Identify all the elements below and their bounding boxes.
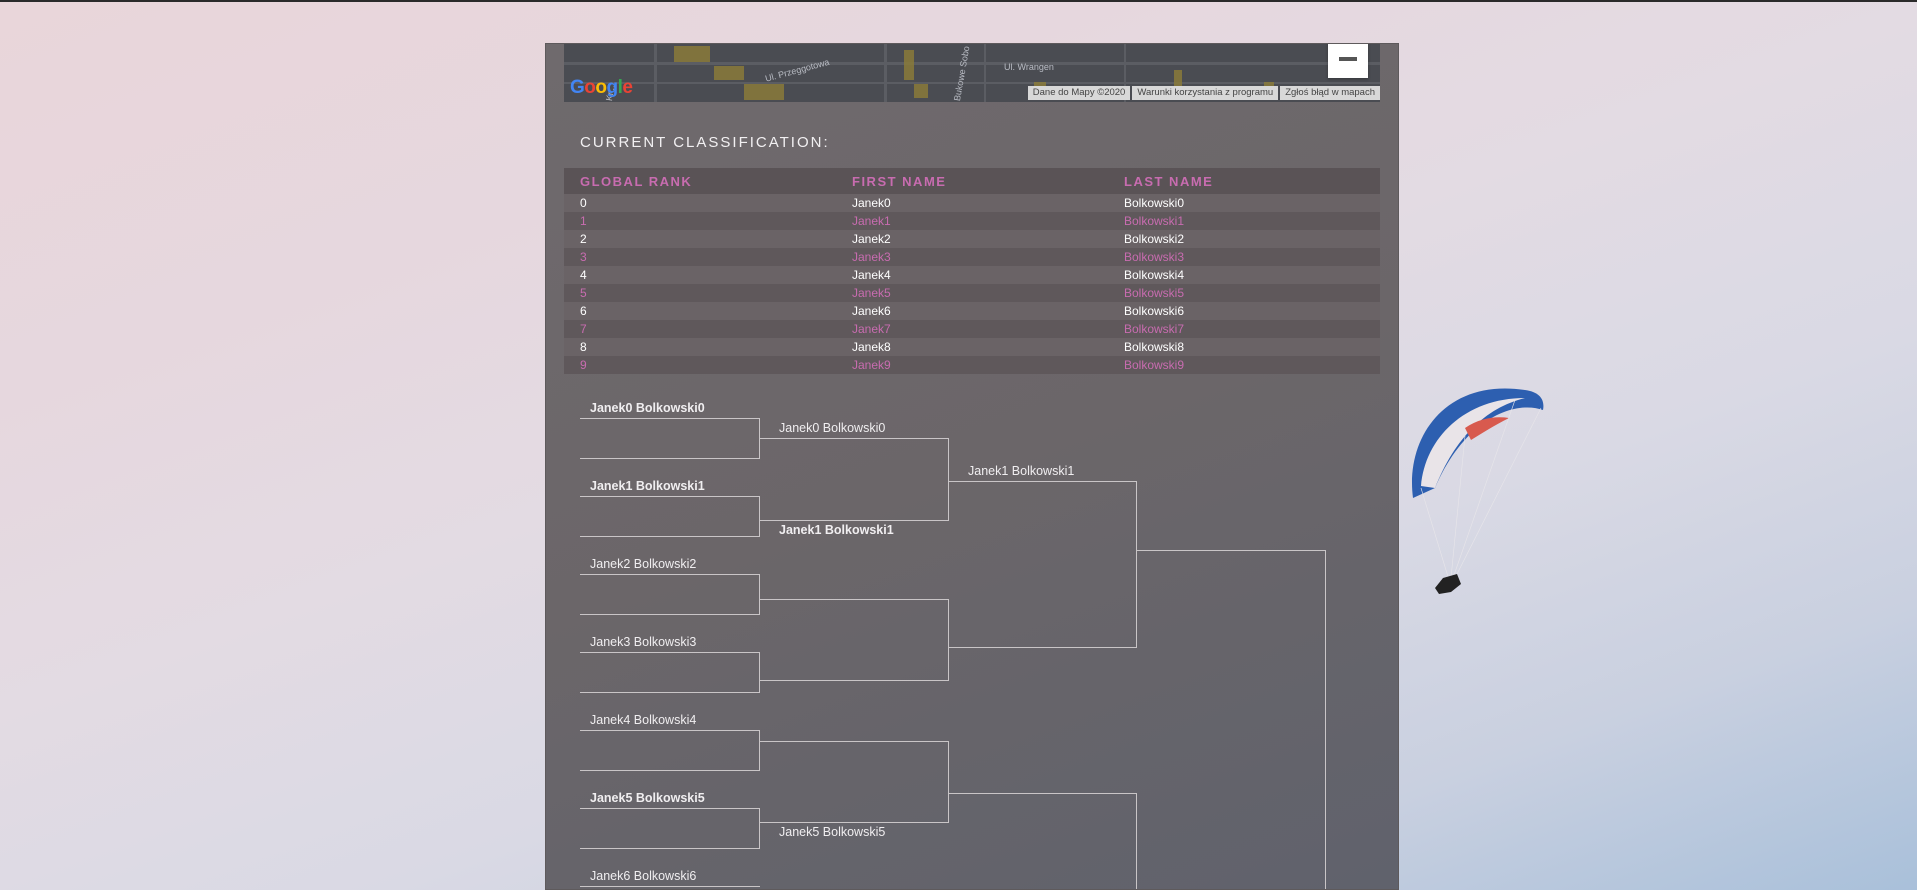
bracket-round2-player: Janek1 Bolkowski1 [779,523,894,537]
bracket-round2-player: Janek0 Bolkowski0 [779,421,886,435]
bracket-line [580,614,760,615]
bracket-line [580,770,760,771]
bracket-line [759,730,760,771]
bracket-line [580,458,760,459]
bracket-line [759,822,949,823]
window-top-border [0,0,1917,2]
bracket-round2-player: Janek5 Bolkowski5 [779,825,886,839]
bracket-line [759,574,760,615]
bracket-line [580,886,760,887]
bracket-round1-player: Janek4 Bolkowski4 [590,713,697,727]
bracket-line [759,520,949,521]
bracket-round1-player: Janek2 Bolkowski2 [590,557,697,571]
bracket-line [580,652,760,653]
bracket-line [759,599,949,600]
bracket-line [580,418,760,419]
bracket-line [580,536,760,537]
bracket-line [948,741,949,823]
content-panel: Kr... Ul. Przeggotowa Ul. Wrangen Bukowe… [545,43,1399,890]
bracket-line [580,808,760,809]
paraglider-wing-panel [1421,398,1525,488]
bracket-line [1136,550,1326,551]
bracket-line [948,599,949,681]
tournament-bracket: Janek0 Bolkowski0 Janek1 Bolkowski1 Jane… [546,44,1398,889]
bracket-line [1325,550,1326,889]
bracket-line [948,793,1137,794]
bracket-line [580,848,760,849]
bracket-round3-player: Janek1 Bolkowski1 [968,464,1075,478]
bracket-line [759,438,949,439]
bracket-line [580,692,760,693]
bracket-line [948,647,1137,648]
bracket-round1-player: Janek1 Bolkowski1 [590,479,705,493]
bracket-round1-player: Janek5 Bolkowski5 [590,791,705,805]
bracket-line [580,730,760,731]
pilot-figure [1435,574,1461,594]
bracket-line [759,496,760,537]
bracket-line [759,680,949,681]
bracket-line [948,481,1137,482]
bracket-line [759,652,760,693]
bracket-line [948,438,949,521]
paraglider-image [1411,388,1544,594]
bracket-line [580,574,760,575]
bracket-line [1136,481,1137,648]
bracket-round1-player: Janek3 Bolkowski3 [590,635,697,649]
bracket-line [580,496,760,497]
bracket-line [759,741,949,742]
bracket-round1-player: Janek0 Bolkowski0 [590,401,705,415]
bracket-line [1136,793,1137,889]
bracket-line [759,808,760,849]
bracket-round1-player: Janek6 Bolkowski6 [590,869,697,883]
